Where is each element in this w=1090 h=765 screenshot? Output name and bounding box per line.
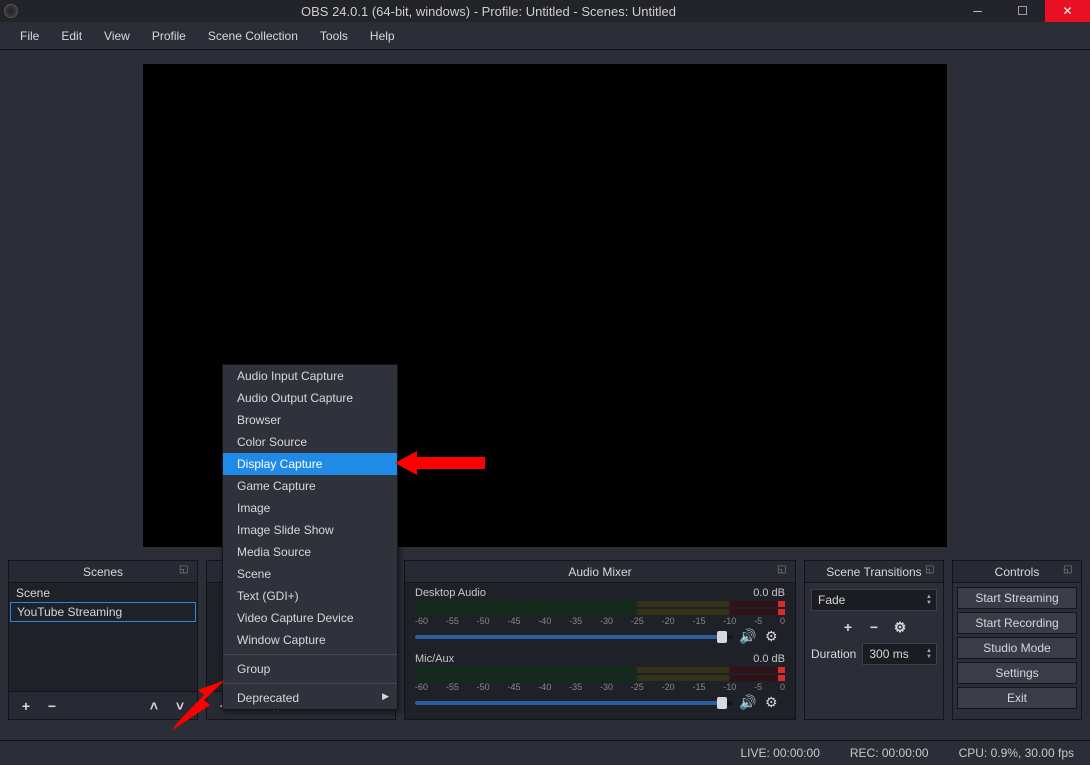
popout-icon[interactable]: ◱ (777, 564, 791, 578)
meter-ticks: -60-55-50-45-40-35-30-25-20-15-10-50 (415, 616, 785, 626)
ctx-text-gdi[interactable]: Text (GDI+) (223, 585, 397, 607)
annotation-arrow-icon (170, 680, 230, 730)
menu-bar: File Edit View Profile Scene Collection … (0, 22, 1090, 50)
transitions-title: Scene Transitions (826, 565, 921, 579)
ctx-video-capture-device[interactable]: Video Capture Device (223, 607, 397, 629)
annotation-arrow-icon (395, 448, 485, 478)
scene-list[interactable]: Scene YouTube Streaming (9, 583, 197, 623)
ctx-audio-output-capture[interactable]: Audio Output Capture (223, 387, 397, 409)
popout-icon[interactable]: ◱ (925, 564, 939, 578)
transition-selected: Fade (818, 593, 845, 607)
chevron-right-icon: ▶ (382, 691, 389, 702)
mixer-title: Audio Mixer (568, 565, 631, 579)
channel-db: 0.0 dB (753, 653, 785, 665)
speaker-icon[interactable]: 🔊 (739, 694, 759, 711)
menu-help[interactable]: Help (360, 25, 405, 47)
popout-icon[interactable]: ◱ (1063, 564, 1077, 578)
add-source-context-menu: Audio Input Capture Audio Output Capture… (222, 364, 398, 710)
duration-input[interactable]: 300 ms ▲▼ (862, 643, 937, 665)
ctx-audio-input-capture[interactable]: Audio Input Capture (223, 365, 397, 387)
volume-slider[interactable] (415, 701, 733, 705)
speaker-icon[interactable]: 🔊 (739, 628, 759, 645)
status-bar: LIVE: 00:00:00 REC: 00:00:00 CPU: 0.9%, … (0, 740, 1090, 765)
window-minimize-button[interactable]: ─ (955, 0, 1000, 22)
ctx-window-capture[interactable]: Window Capture (223, 629, 397, 651)
menu-scene-collection[interactable]: Scene Collection (198, 25, 308, 47)
settings-button[interactable]: Settings (957, 662, 1077, 684)
preview-area (0, 50, 1090, 560)
ctx-browser[interactable]: Browser (223, 409, 397, 431)
transition-select[interactable]: Fade ▲▼ (811, 589, 937, 611)
ctx-group[interactable]: Group (223, 658, 397, 680)
scenes-header: Scenes ◱ (9, 561, 197, 583)
vu-meter (415, 675, 785, 681)
status-cpu: CPU: 0.9%, 30.00 fps (959, 746, 1074, 760)
duration-label: Duration (811, 647, 856, 661)
status-live: LIVE: 00:00:00 (740, 746, 819, 760)
scene-transitions-dock: Scene Transitions ◱ Fade ▲▼ + − ⚙ Durati… (804, 560, 944, 720)
mixer-channel: Desktop Audio 0.0 dB -60-55-50-45-40-35-… (405, 583, 795, 649)
window-maximize-button[interactable]: ☐ (1000, 0, 1045, 22)
menu-edit[interactable]: Edit (51, 25, 92, 47)
menu-profile[interactable]: Profile (142, 25, 196, 47)
scene-item[interactable]: Scene (10, 584, 196, 602)
gear-icon[interactable]: ⚙ (765, 628, 785, 645)
scene-item[interactable]: YouTube Streaming (10, 602, 196, 622)
window-title: OBS 24.0.1 (64-bit, windows) - Profile: … (22, 4, 955, 19)
ctx-deprecated[interactable]: Deprecated ▶ (223, 687, 397, 709)
vu-meter (415, 667, 785, 673)
scenes-title: Scenes (83, 565, 123, 579)
controls-dock: Controls ◱ Start Streaming Start Recordi… (952, 560, 1082, 720)
popout-icon[interactable]: ◱ (179, 564, 193, 578)
volume-slider[interactable] (415, 635, 733, 639)
channel-db: 0.0 dB (753, 587, 785, 599)
exit-button[interactable]: Exit (957, 687, 1077, 709)
menu-view[interactable]: View (94, 25, 140, 47)
controls-title: Controls (995, 565, 1040, 579)
transition-settings-button[interactable]: ⚙ (889, 617, 911, 637)
ctx-color-source[interactable]: Color Source (223, 431, 397, 453)
window-close-button[interactable]: ✕ (1045, 0, 1090, 22)
menu-tools[interactable]: Tools (310, 25, 358, 47)
ctx-media-source[interactable]: Media Source (223, 541, 397, 563)
audio-mixer-dock: Audio Mixer ◱ Desktop Audio 0.0 dB -60-5… (404, 560, 796, 720)
vu-meter (415, 601, 785, 607)
obs-logo-icon (0, 0, 22, 22)
add-scene-button[interactable]: + (15, 696, 37, 716)
ctx-image-slide-show[interactable]: Image Slide Show (223, 519, 397, 541)
menu-file[interactable]: File (10, 25, 49, 47)
ctx-display-capture[interactable]: Display Capture (223, 453, 397, 475)
gear-icon[interactable]: ⚙ (765, 694, 785, 711)
ctx-game-capture[interactable]: Game Capture (223, 475, 397, 497)
scene-up-button[interactable]: ˄ (143, 696, 165, 716)
mixer-header: Audio Mixer ◱ (405, 561, 795, 583)
duration-value: 300 ms (869, 647, 908, 661)
mixer-channel: Mic/Aux 0.0 dB -60-55-50-45-40-35-30-25-… (405, 649, 795, 715)
controls-header: Controls ◱ (953, 561, 1081, 583)
meter-ticks: -60-55-50-45-40-35-30-25-20-15-10-50 (415, 682, 785, 692)
title-bar: OBS 24.0.1 (64-bit, windows) - Profile: … (0, 0, 1090, 22)
studio-mode-button[interactable]: Studio Mode (957, 637, 1077, 659)
start-streaming-button[interactable]: Start Streaming (957, 587, 1077, 609)
transitions-header: Scene Transitions ◱ (805, 561, 943, 583)
ctx-image[interactable]: Image (223, 497, 397, 519)
vu-meter (415, 609, 785, 615)
ctx-scene[interactable]: Scene (223, 563, 397, 585)
add-transition-button[interactable]: + (837, 617, 859, 637)
status-rec: REC: 00:00:00 (850, 746, 929, 760)
start-recording-button[interactable]: Start Recording (957, 612, 1077, 634)
remove-scene-button[interactable]: − (41, 696, 63, 716)
remove-transition-button[interactable]: − (863, 617, 885, 637)
channel-name: Mic/Aux (415, 653, 454, 665)
channel-name: Desktop Audio (415, 587, 486, 599)
